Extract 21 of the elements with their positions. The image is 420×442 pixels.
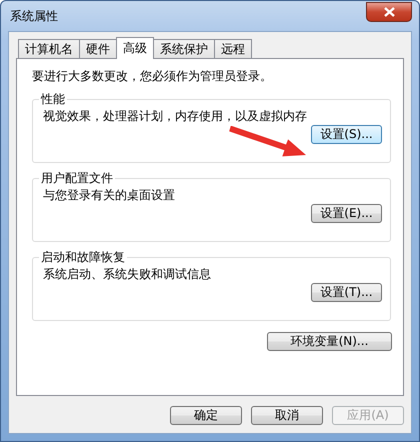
dialog-button[interactable]: 取消: [251, 406, 323, 425]
group-title: 用户配置文件: [40, 170, 114, 187]
settings-button[interactable]: 设置(S)...: [311, 125, 382, 144]
admin-notice: 要进行大多数更改，您必须作为管理员登录。: [32, 68, 273, 85]
tab[interactable]: 高级: [116, 37, 154, 59]
tab[interactable]: 系统保护: [153, 39, 215, 58]
window-title: 系统属性: [9, 8, 58, 24]
close-button[interactable]: [366, 2, 412, 22]
group-description: 视觉效果，处理器计划，内存使用，以及虚拟内存: [43, 108, 308, 125]
group-title: 启动和故障恢复: [40, 249, 126, 266]
settings-button[interactable]: 设置(T)...: [311, 283, 382, 302]
close-icon: [384, 6, 394, 16]
tab[interactable]: 硬件: [79, 39, 117, 58]
settings-button[interactable]: 设置(E)...: [311, 204, 382, 223]
group-title: 性能: [40, 91, 66, 108]
environment-variables-button[interactable]: 环境变量(N)...: [267, 332, 392, 351]
tab[interactable]: 计算机名: [18, 39, 80, 58]
dialog-button[interactable]: 确定: [170, 406, 242, 425]
group-description: 系统启动、系统失败和调试信息: [43, 266, 212, 283]
tab[interactable]: 远程: [214, 39, 252, 58]
group-description: 与您登录有关的桌面设置: [43, 187, 176, 204]
